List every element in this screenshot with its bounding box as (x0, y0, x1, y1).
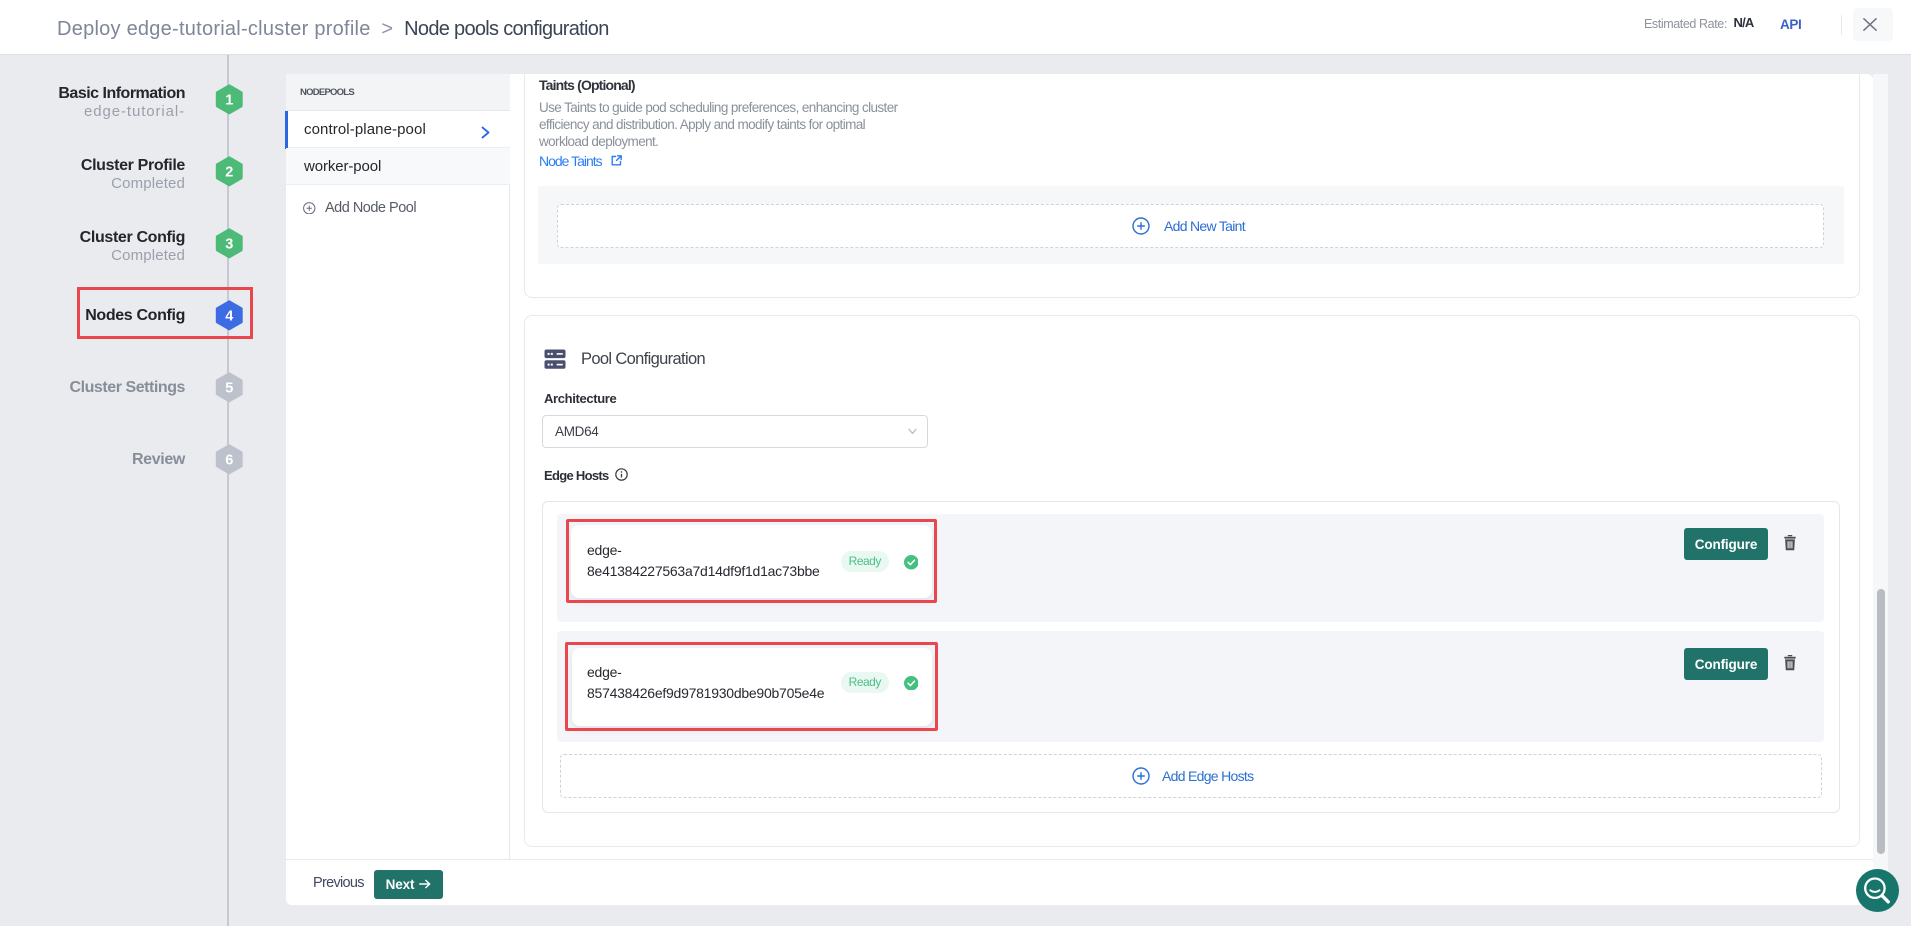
svg-text:5: 5 (225, 381, 233, 397)
svg-text:2: 2 (225, 165, 233, 181)
svg-text:3: 3 (225, 237, 233, 253)
svg-text:6: 6 (225, 453, 233, 469)
svg-text:1: 1 (225, 93, 233, 109)
